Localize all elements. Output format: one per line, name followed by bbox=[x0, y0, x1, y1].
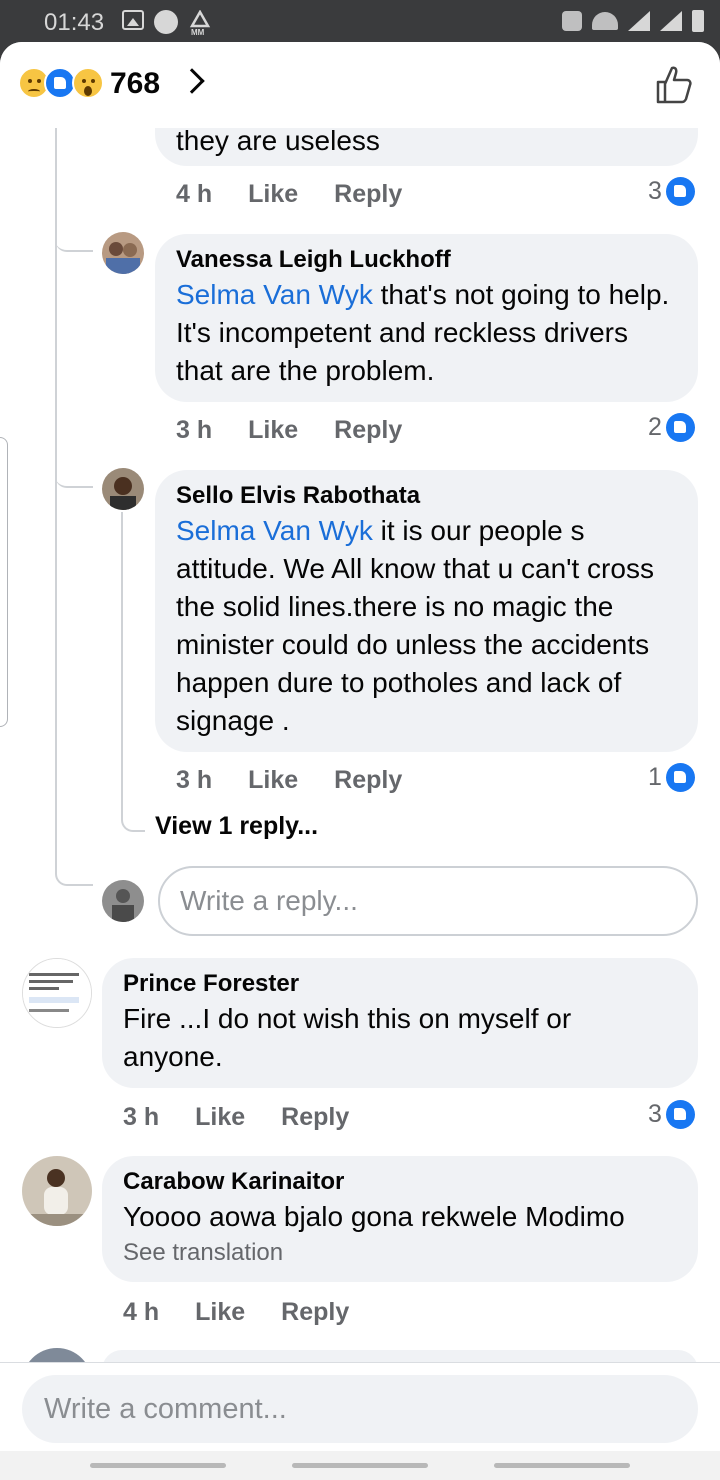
like-badge-icon bbox=[665, 763, 695, 792]
comment-text: Yoooo aowa bjalo gona rekwele Modimo bbox=[123, 1201, 625, 1232]
circle-app-icon bbox=[154, 10, 178, 34]
nav-back-button[interactable] bbox=[494, 1463, 630, 1468]
comment-like-count[interactable]: 2 bbox=[648, 413, 695, 442]
status-time: 01:43 bbox=[44, 9, 105, 36]
avatar[interactable] bbox=[22, 1156, 92, 1226]
reaction-summary[interactable] bbox=[18, 67, 108, 101]
comment-time: 3 h bbox=[123, 1103, 160, 1131]
like-badge-icon bbox=[665, 177, 695, 206]
comment-time: 3 h bbox=[176, 416, 213, 444]
like-badge-icon bbox=[665, 1100, 695, 1129]
like-badge-icon bbox=[665, 413, 695, 442]
system-nav-bar bbox=[0, 1451, 720, 1480]
like-link[interactable]: Like bbox=[248, 416, 298, 445]
reply-link[interactable]: Reply bbox=[334, 180, 402, 209]
reaction-count[interactable]: 768 bbox=[110, 67, 160, 101]
reply-link[interactable]: Reply bbox=[334, 766, 402, 795]
comment-input[interactable]: Write a comment... bbox=[22, 1375, 698, 1443]
status-icons bbox=[562, 10, 704, 32]
battery-icon bbox=[692, 10, 704, 32]
gallery-icon bbox=[122, 10, 144, 30]
like-link[interactable]: Like bbox=[195, 1298, 245, 1327]
like-link[interactable]: Like bbox=[248, 180, 298, 209]
comment-text: Selma Van Wyk it is our people s attitud… bbox=[176, 515, 654, 736]
comment-like-count[interactable]: 3 bbox=[648, 177, 695, 206]
comment-author[interactable]: Carabow Karinaitor bbox=[123, 1166, 678, 1198]
mention-link[interactable]: Selma Van Wyk bbox=[176, 279, 373, 310]
comment-bubble[interactable]: Prince Forester Fire ...I do not wish th… bbox=[102, 958, 698, 1088]
chevron-right-icon[interactable] bbox=[179, 68, 205, 94]
comment-actions: 3 h Like Reply bbox=[123, 1103, 349, 1132]
comment-author[interactable]: Sello Elvis Rabothata bbox=[176, 480, 678, 512]
mention-link[interactable]: Selma Van Wyk bbox=[176, 515, 373, 546]
comment-actions: 3 h Like Reply bbox=[176, 416, 402, 445]
see-translation-link[interactable]: See translation bbox=[123, 1236, 678, 1270]
comment-time: 4 h bbox=[123, 1298, 160, 1326]
avatar[interactable] bbox=[22, 958, 92, 1028]
comment-like-count[interactable]: 1 bbox=[648, 763, 695, 792]
signal-icon-2 bbox=[660, 11, 682, 31]
comment-time: 4 h bbox=[176, 180, 213, 208]
comment-author[interactable]: Prince Forester bbox=[123, 968, 678, 1000]
mm-icon: MM bbox=[189, 10, 211, 36]
thread-connector bbox=[121, 802, 145, 832]
comment-text: Fire ...I do not wish this on myself or … bbox=[123, 1003, 572, 1072]
view-replies-link[interactable]: View 1 reply... bbox=[155, 812, 318, 841]
comment-actions: 4 h Like Reply bbox=[123, 1298, 349, 1327]
mute-icon bbox=[562, 11, 582, 31]
comment-time: 3 h bbox=[176, 766, 213, 794]
svg-text:MM: MM bbox=[191, 28, 205, 36]
thread-line-inner bbox=[121, 512, 123, 812]
reactions-header: 768 bbox=[0, 42, 720, 128]
signal-icon bbox=[628, 11, 650, 31]
like-link[interactable]: Like bbox=[195, 1103, 245, 1132]
nav-home-button[interactable] bbox=[292, 1463, 428, 1468]
side-panel-edge bbox=[0, 437, 8, 727]
status-bar: 01:43 MM bbox=[0, 0, 720, 44]
comment-composer: Write a comment... bbox=[0, 1362, 720, 1480]
avatar[interactable] bbox=[102, 232, 144, 274]
comment-like-count[interactable]: 3 bbox=[648, 1100, 695, 1129]
current-user-avatar bbox=[102, 880, 144, 922]
wow-reaction-icon bbox=[72, 67, 104, 99]
thread-connector bbox=[55, 872, 93, 886]
reply-input[interactable]: Write a reply... bbox=[158, 866, 698, 936]
thread-connector bbox=[55, 474, 93, 488]
avatar[interactable] bbox=[102, 468, 144, 510]
comments-sheet: 768 they are useless 4 h Like Reply 3 Va… bbox=[0, 42, 720, 1480]
comment-author[interactable]: Vanessa Leigh Luckhoff bbox=[176, 244, 678, 276]
comment-actions: 3 h Like Reply bbox=[176, 766, 402, 795]
reply-link[interactable]: Reply bbox=[281, 1103, 349, 1132]
comment-text: Selma Van Wyk that's not going to help. … bbox=[176, 279, 670, 386]
nav-recents-button[interactable] bbox=[90, 1463, 226, 1468]
thumbs-up-outline-icon[interactable] bbox=[656, 64, 692, 104]
comment-actions: 4 h Like Reply bbox=[176, 180, 402, 209]
comment-bubble[interactable]: Carabow Karinaitor Yoooo aowa bjalo gona… bbox=[102, 1156, 698, 1282]
reply-link[interactable]: Reply bbox=[281, 1298, 349, 1327]
reply-link[interactable]: Reply bbox=[334, 416, 402, 445]
thread-connector bbox=[55, 238, 93, 252]
wifi-icon bbox=[592, 12, 618, 30]
comment-bubble[interactable]: Vanessa Leigh Luckhoff Selma Van Wyk tha… bbox=[155, 234, 698, 402]
comment-bubble[interactable]: Sello Elvis Rabothata Selma Van Wyk it i… bbox=[155, 470, 698, 752]
like-link[interactable]: Like bbox=[248, 766, 298, 795]
